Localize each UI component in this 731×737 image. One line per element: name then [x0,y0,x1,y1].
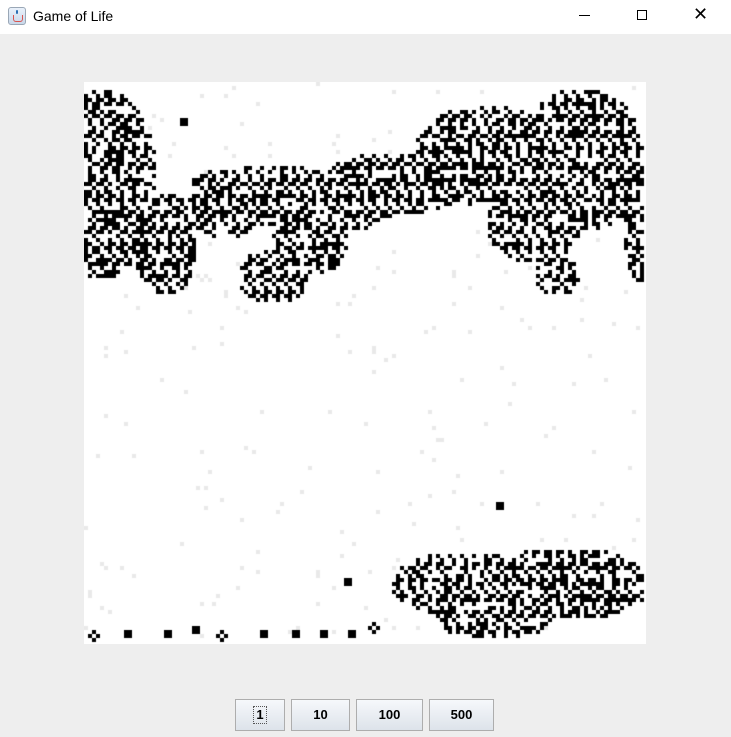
maximize-button[interactable] [620,0,666,32]
minimize-button[interactable] [562,0,608,32]
life-grid[interactable] [84,82,646,644]
step-100-button[interactable]: 100 [356,699,423,731]
window-title: Game of Life [33,8,114,24]
step-10-button[interactable]: 10 [291,699,350,731]
minimize-icon [579,15,590,16]
maximize-icon [637,10,647,20]
step-500-button[interactable]: 500 [429,699,494,731]
title-bar: Game of Life ✕ [0,0,731,34]
java-cup-icon [8,7,26,25]
step-1-label: 1 [253,706,267,724]
close-button[interactable]: ✕ [678,0,724,32]
life-grid-canvas[interactable] [84,82,646,644]
close-icon: ✕ [693,4,709,25]
step-1-button[interactable]: 1 [235,699,285,731]
